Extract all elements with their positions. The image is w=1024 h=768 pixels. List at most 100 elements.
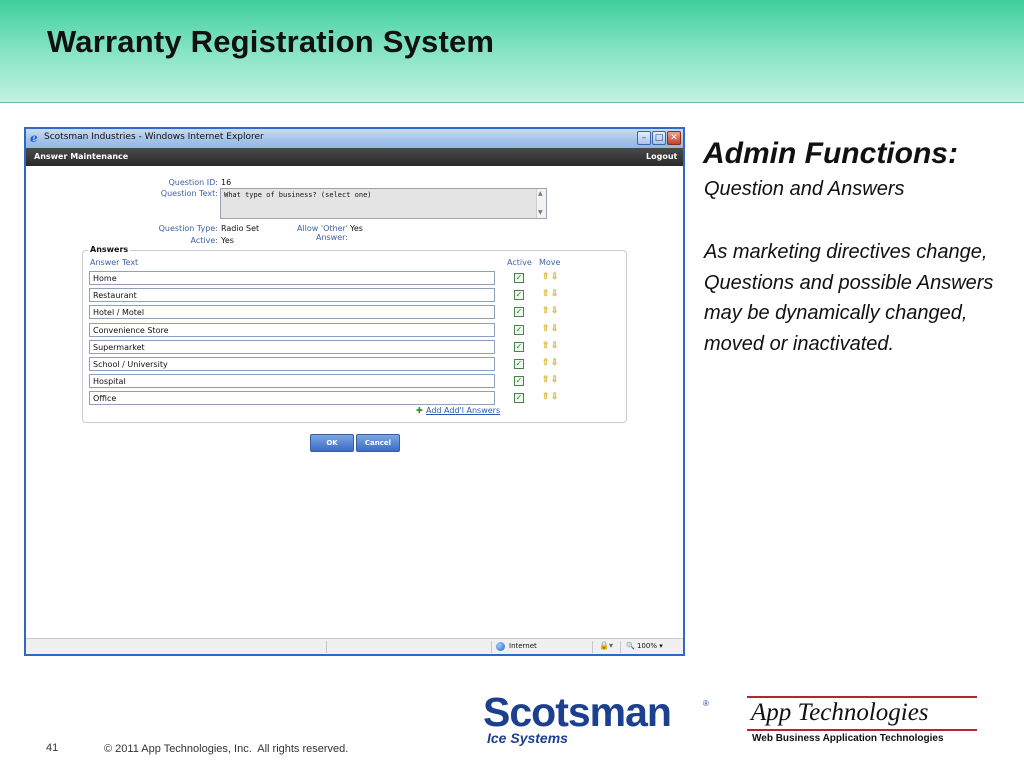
minimize-button[interactable]: – (637, 131, 651, 145)
answer-active-checkbox[interactable]: ✓ (514, 324, 524, 335)
slide-title: Warranty Registration System (47, 24, 495, 59)
globe-icon (496, 642, 505, 651)
move-down-icon[interactable]: ⇩ (551, 289, 559, 299)
ie-logo-icon: e (30, 131, 38, 145)
logout-link[interactable]: Logout (646, 152, 677, 161)
protected-mode-icon[interactable]: 🔒▾ (599, 641, 613, 650)
zoom-value: 100% (636, 642, 657, 650)
answer-row: Supermarket ✓ ⇧ ⇩ (26, 339, 683, 354)
answer-move-controls: ⇧ ⇩ (540, 271, 562, 285)
logo-rule (747, 729, 977, 731)
status-separator (491, 641, 492, 653)
answers-legend: Answers (88, 245, 131, 254)
answer-move-controls: ⇧ ⇩ (540, 374, 562, 388)
browser-window: e Scotsman Industries - Windows Internet… (24, 127, 685, 656)
status-separator (620, 641, 621, 653)
answer-text-input[interactable]: Home (89, 271, 495, 285)
zoom-icon: 🔍 (626, 642, 635, 650)
allow-other-value: Yes (350, 224, 363, 233)
registered-mark: ® (703, 699, 709, 708)
admin-heading: Admin Functions: (703, 137, 958, 170)
question-text-field[interactable]: What type of business? (select one) ▲ ▼ (220, 188, 547, 219)
move-down-icon[interactable]: ⇩ (551, 306, 559, 316)
active-value: Yes (221, 236, 234, 245)
slide-header: Warranty Registration System (0, 0, 1024, 103)
answer-text-input[interactable]: Restaurant (89, 288, 495, 303)
answer-active-checkbox[interactable]: ✓ (514, 376, 524, 387)
app-header-title: Answer Maintenance (34, 152, 129, 161)
answer-text-input[interactable]: Supermarket (89, 339, 495, 354)
browser-titlebar[interactable]: e Scotsman Industries - Windows Internet… (26, 129, 683, 148)
answer-row: Restaurant ✓ ⇧ ⇩ (26, 288, 683, 303)
scotsman-logo: Scotsman ® Ice Systems (483, 690, 713, 750)
answer-row: Convenience Store ✓ ⇧ ⇩ (26, 322, 683, 337)
answer-move-controls: ⇧ ⇩ (540, 340, 562, 354)
close-button[interactable]: ✕ (667, 131, 681, 145)
ok-button[interactable]: OK (310, 434, 354, 452)
admin-subheading: Question and Answers (704, 178, 905, 200)
move-down-icon[interactable]: ⇩ (551, 358, 559, 368)
move-up-icon[interactable]: ⇧ (542, 306, 550, 316)
answer-move-controls: ⇧ ⇩ (540, 288, 562, 302)
answer-active-checkbox[interactable]: ✓ (514, 273, 524, 283)
zoom-level[interactable]: 🔍 100% ▾ (626, 642, 663, 650)
move-up-icon[interactable]: ⇧ (542, 392, 550, 402)
move-up-icon[interactable]: ⇧ (542, 324, 550, 334)
scroll-down-icon[interactable]: ▼ (538, 209, 543, 216)
answer-text-input[interactable]: Office (89, 391, 495, 406)
question-text-scrollbar[interactable]: ▲ ▼ (536, 189, 546, 218)
answer-text-input[interactable]: Hospital (89, 374, 495, 389)
move-up-icon[interactable]: ⇧ (542, 289, 550, 299)
move-down-icon[interactable]: ⇩ (551, 272, 559, 282)
answer-active-checkbox[interactable]: ✓ (514, 290, 524, 301)
browser-window-title: Scotsman Industries - Windows Internet E… (44, 132, 264, 142)
answer-row: Hospital ✓ ⇧ ⇩ (26, 374, 683, 389)
move-down-icon[interactable]: ⇩ (551, 341, 559, 351)
answer-active-checkbox[interactable]: ✓ (514, 393, 524, 404)
answer-active-checkbox[interactable]: ✓ (514, 307, 524, 318)
question-id-value: 16 (221, 178, 232, 187)
add-answers-link[interactable]: Add Add'l Answers (426, 406, 500, 415)
allow-other-label: Allow 'Other' Answer: (296, 224, 348, 242)
answer-active-checkbox[interactable]: ✓ (514, 359, 524, 369)
answer-active-checkbox[interactable]: ✓ (514, 341, 524, 352)
question-text-label: Question Text: (160, 189, 218, 198)
answer-row: Hotel / Motel ✓ ⇧ ⇩ (26, 305, 683, 320)
logo-rule (747, 696, 977, 698)
answer-move-controls: ⇧ ⇩ (540, 357, 562, 371)
question-text-value: What type of business? (select one) (224, 191, 372, 199)
answer-move-controls: ⇧ ⇩ (540, 391, 562, 405)
cancel-button[interactable]: Cancel (356, 434, 400, 452)
answer-text-input[interactable]: Convenience Store (89, 322, 495, 337)
slide: Warranty Registration System e Scotsman … (0, 0, 1024, 768)
move-down-icon[interactable]: ⇩ (551, 324, 559, 334)
status-separator (592, 641, 593, 653)
copyright-notice: © 2011 App Technologies, Inc. All rights… (104, 743, 349, 755)
security-zone: Internet (509, 642, 537, 650)
answer-text-input[interactable]: School / University (89, 357, 495, 371)
answer-text-input[interactable]: Hotel / Motel (89, 305, 495, 320)
browser-statusbar: Internet 🔒▾ 🔍 100% ▾ (26, 638, 683, 654)
scotsman-wordmark: Scotsman (483, 689, 672, 735)
add-plus-icon: ✚ (416, 406, 423, 415)
answer-row: Home ✓ ⇧ ⇩ (26, 271, 683, 285)
answer-move-controls: ⇧ ⇩ (540, 323, 562, 337)
move-up-icon[interactable]: ⇧ (542, 358, 550, 368)
question-type-value: Radio Set (221, 224, 260, 233)
scroll-up-icon[interactable]: ▲ (538, 190, 543, 197)
app-technologies-tagline: Web Business Application Technologies (752, 733, 944, 744)
move-column-header: Move (539, 258, 561, 267)
active-label: Active: (190, 236, 218, 245)
move-down-icon[interactable]: ⇩ (551, 375, 559, 385)
slide-number: 41 (46, 742, 59, 754)
app-technologies-logo: App Technologies Web Business Applicatio… (747, 696, 979, 748)
move-down-icon[interactable]: ⇩ (551, 392, 559, 402)
app-technologies-wordmark: App Technologies (751, 699, 929, 726)
move-up-icon[interactable]: ⇧ (542, 341, 550, 351)
status-separator (326, 641, 327, 653)
question-id-label: Question ID: (168, 178, 218, 187)
app-header-bar: Answer Maintenance Logout (26, 148, 683, 166)
move-up-icon[interactable]: ⇧ (542, 272, 550, 282)
move-up-icon[interactable]: ⇧ (542, 375, 550, 385)
maximize-button[interactable]: □ (652, 131, 666, 145)
